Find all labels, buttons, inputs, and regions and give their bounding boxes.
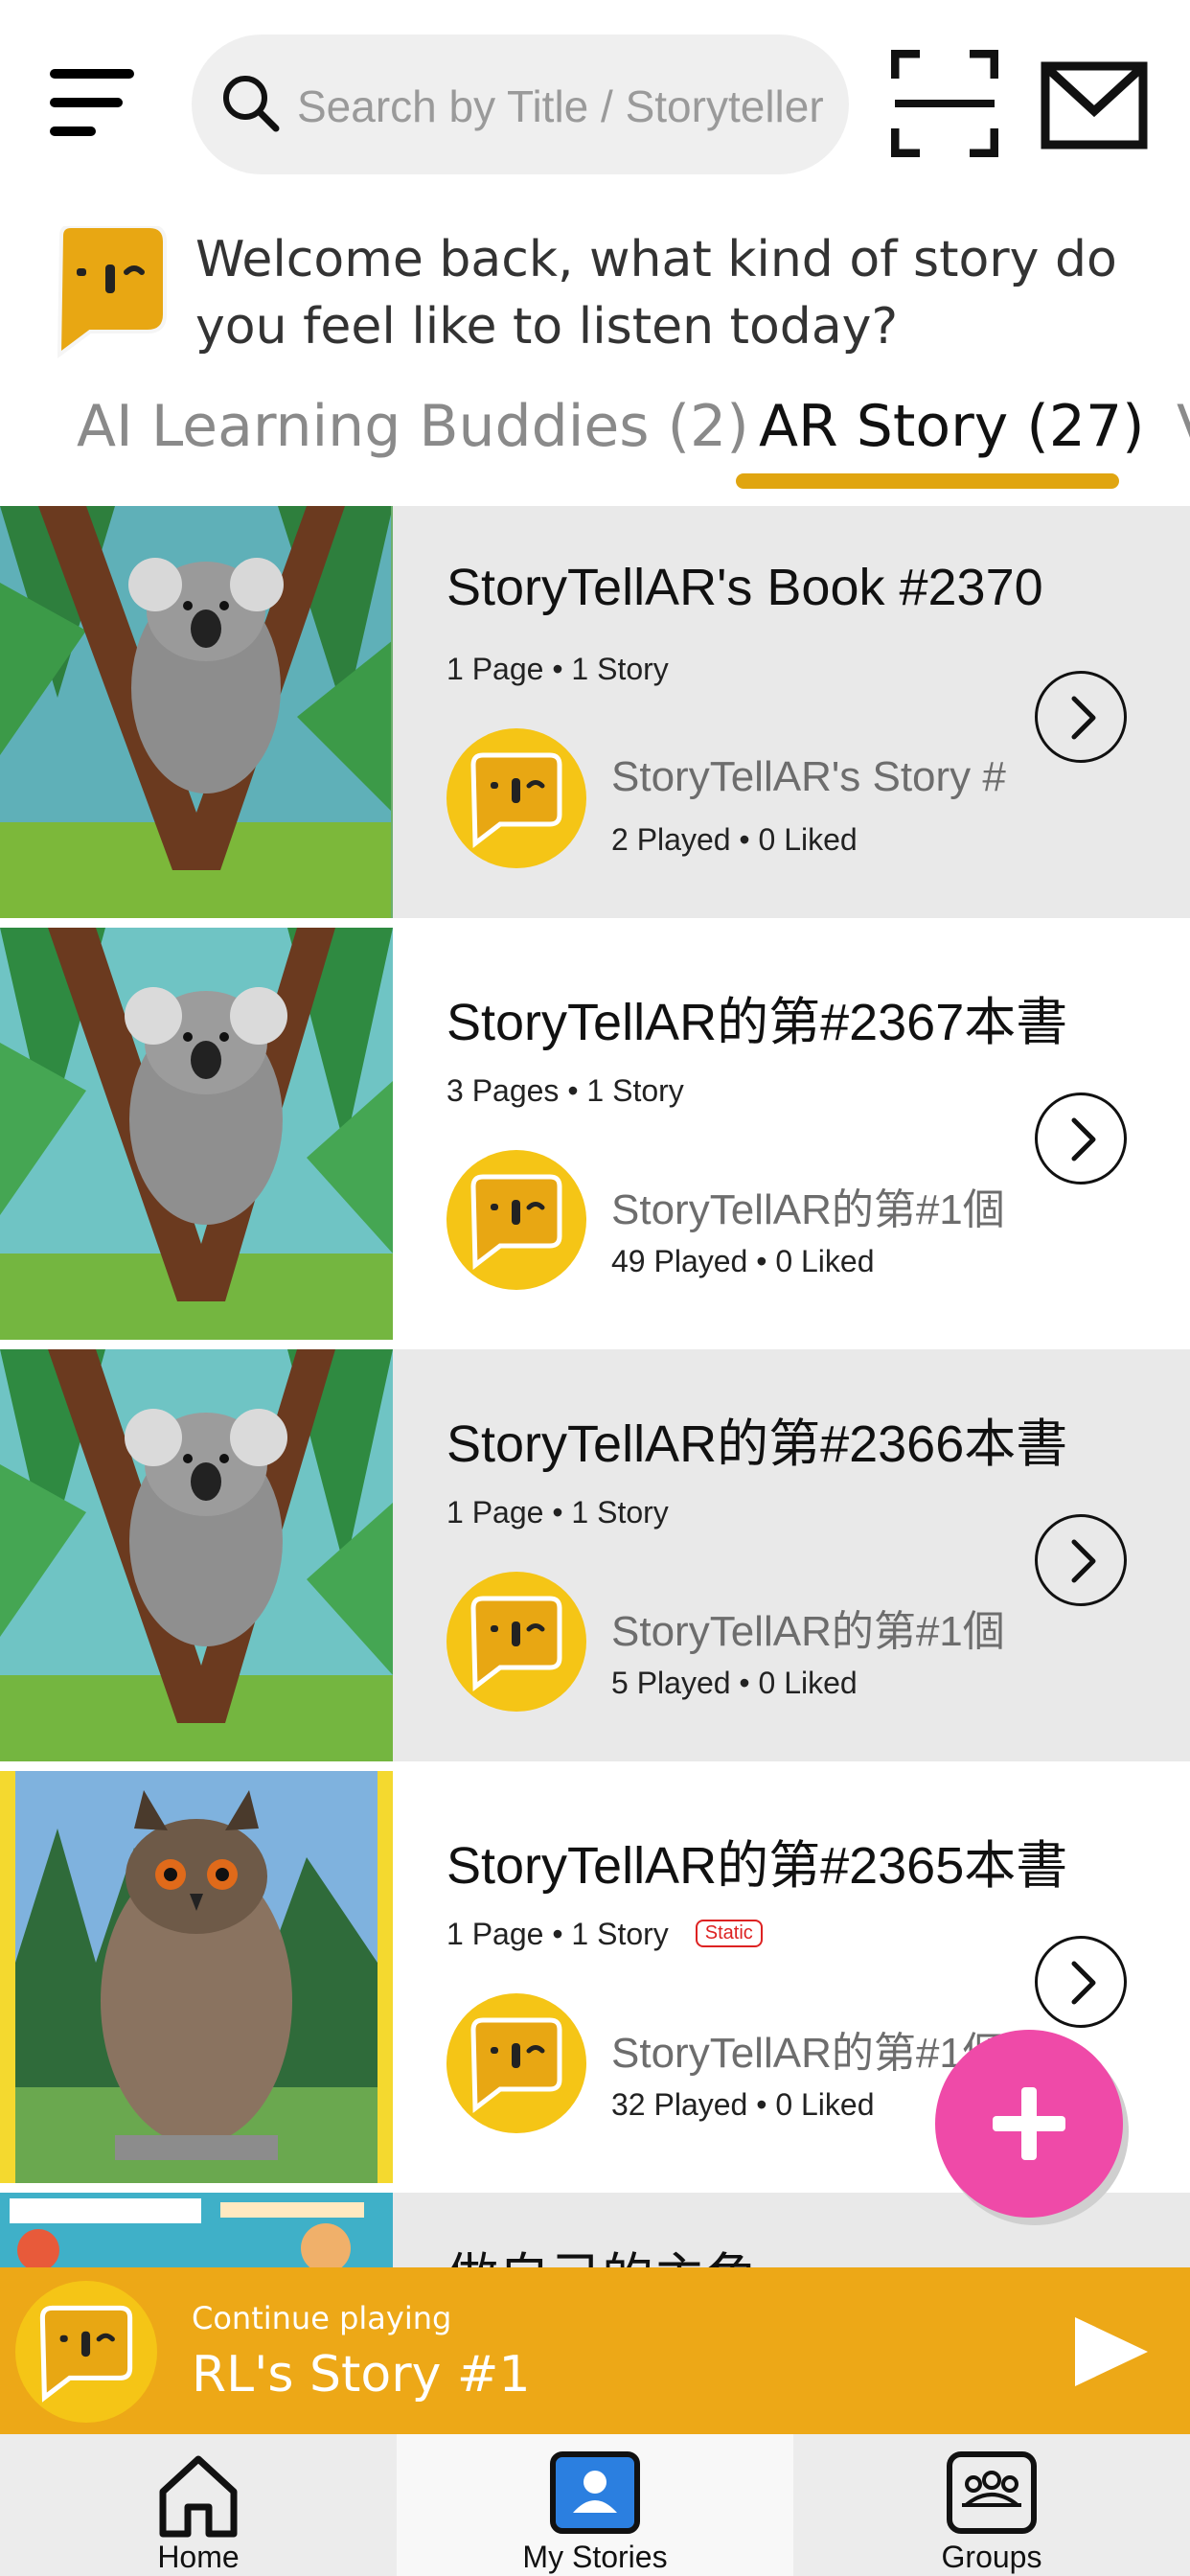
tab-ar-story[interactable]: AR Story (27)	[759, 393, 1145, 460]
story-name: StoryTellAR's Story #1	[611, 753, 1006, 800]
tab-ai-learning-buddies[interactable]: AI Learning Buddies (2)	[77, 393, 749, 460]
active-tab-indicator	[736, 473, 1119, 489]
story-name: StoryTellAR的第#1個故事	[611, 2030, 1006, 2077]
story-name: StoryTellAR的第#1個故事	[611, 1608, 1006, 1655]
chevron-right-icon	[1071, 1539, 1096, 1583]
nav-groups[interactable]: Groups	[793, 2434, 1190, 2576]
story-name: StoryTellAR的第#1個故事	[611, 1186, 1006, 1233]
search-bar[interactable]: Search by Title / Storyteller	[192, 34, 849, 174]
chevron-right-icon	[1071, 1117, 1096, 1162]
continue-playing-label: Continue playing	[192, 2300, 452, 2336]
story-stats: 2 Played • 0 Liked	[611, 822, 858, 857]
tab-overflow[interactable]: V	[1177, 393, 1190, 460]
plus-icon-vertical	[1021, 2087, 1037, 2160]
book-title: StoryTellAR的第#2367本書	[446, 994, 1068, 1051]
book-title: StoryTellAR的第#2365本書	[446, 1837, 1068, 1895]
story-stats: 5 Played • 0 Liked	[611, 1666, 858, 1700]
book-cover-thumbnail	[0, 2193, 393, 2267]
book-meta: 3 Pages • 1 Story	[446, 1073, 684, 1108]
menu-line	[50, 126, 96, 136]
play-icon[interactable]	[1073, 2315, 1150, 2388]
open-book-button[interactable]	[1035, 1936, 1127, 2028]
book-row[interactable]: StoryTellAR的第#2367本書 3 Pages • 1 Story S…	[0, 928, 1190, 1340]
koala-thumbnail	[0, 1349, 393, 1761]
nav-my-stories-label: My Stories	[522, 2540, 668, 2574]
nav-my-stories[interactable]: My Stories	[397, 2434, 793, 2576]
search-input[interactable]: Search by Title / Storyteller	[297, 80, 834, 132]
bottom-nav: Home My Stories Groups	[0, 2434, 1190, 2576]
now-playing-bar[interactable]: Continue playing RL's Story #1	[0, 2267, 1190, 2434]
book-title: 做自己的主角	[446, 2235, 757, 2267]
mascot-icon	[57, 226, 167, 358]
open-book-button[interactable]	[1035, 1092, 1127, 1184]
book-meta: 1 Page • 1 Story	[446, 1495, 669, 1530]
koala-thumbnail	[0, 506, 393, 918]
book-meta: 1 Page • 1 Story Static	[446, 1917, 763, 1952]
story-stats: 49 Played • 0 Liked	[611, 1244, 875, 1278]
menu-button[interactable]	[50, 69, 138, 138]
home-icon	[159, 2455, 238, 2538]
owl-thumbnail	[0, 1771, 393, 2183]
open-book-button[interactable]	[1035, 671, 1127, 763]
menu-line	[50, 98, 123, 107]
add-story-button[interactable]	[935, 2030, 1123, 2218]
welcome-message: Welcome back, what kind of story do you …	[195, 231, 1117, 356]
book-title: StoryTellAR's Book #2370	[446, 559, 1043, 616]
koala-thumbnail	[0, 928, 393, 1340]
my-stories-icon	[550, 2451, 640, 2534]
storyteller-avatar	[446, 1572, 586, 1712]
book-meta-text: 1 Page • 1 Story	[446, 1917, 669, 1951]
book-title: StoryTellAR的第#2366本書	[446, 1415, 1068, 1473]
open-book-button[interactable]	[1035, 1514, 1127, 1606]
storyteller-avatar	[446, 1993, 586, 2133]
now-playing-avatar	[15, 2281, 157, 2423]
search-icon	[223, 76, 280, 132]
nav-home[interactable]: Home	[0, 2434, 397, 2576]
story-stats: 32 Played • 0 Liked	[611, 2087, 875, 2122]
now-playing-title: RL's Story #1	[192, 2346, 531, 2404]
groups-icon	[947, 2451, 1037, 2534]
nav-groups-label: Groups	[941, 2540, 1042, 2574]
chevron-right-icon	[1071, 1961, 1096, 2005]
scan-icon[interactable]	[891, 50, 998, 157]
storyteller-avatar	[446, 1150, 586, 1290]
book-row[interactable]: StoryTellAR的第#2366本書 1 Page • 1 Story St…	[0, 1349, 1190, 1761]
static-badge: Static	[695, 1920, 763, 1948]
book-row[interactable]: StoryTellAR's Book #2370 1 Page • 1 Stor…	[0, 506, 1190, 918]
nav-home-label: Home	[157, 2540, 240, 2574]
chevron-right-icon	[1071, 696, 1096, 740]
storyteller-avatar	[446, 728, 586, 868]
menu-line	[50, 69, 134, 79]
book-meta: 1 Page • 1 Story	[446, 652, 669, 686]
mail-icon[interactable]	[1041, 61, 1148, 150]
